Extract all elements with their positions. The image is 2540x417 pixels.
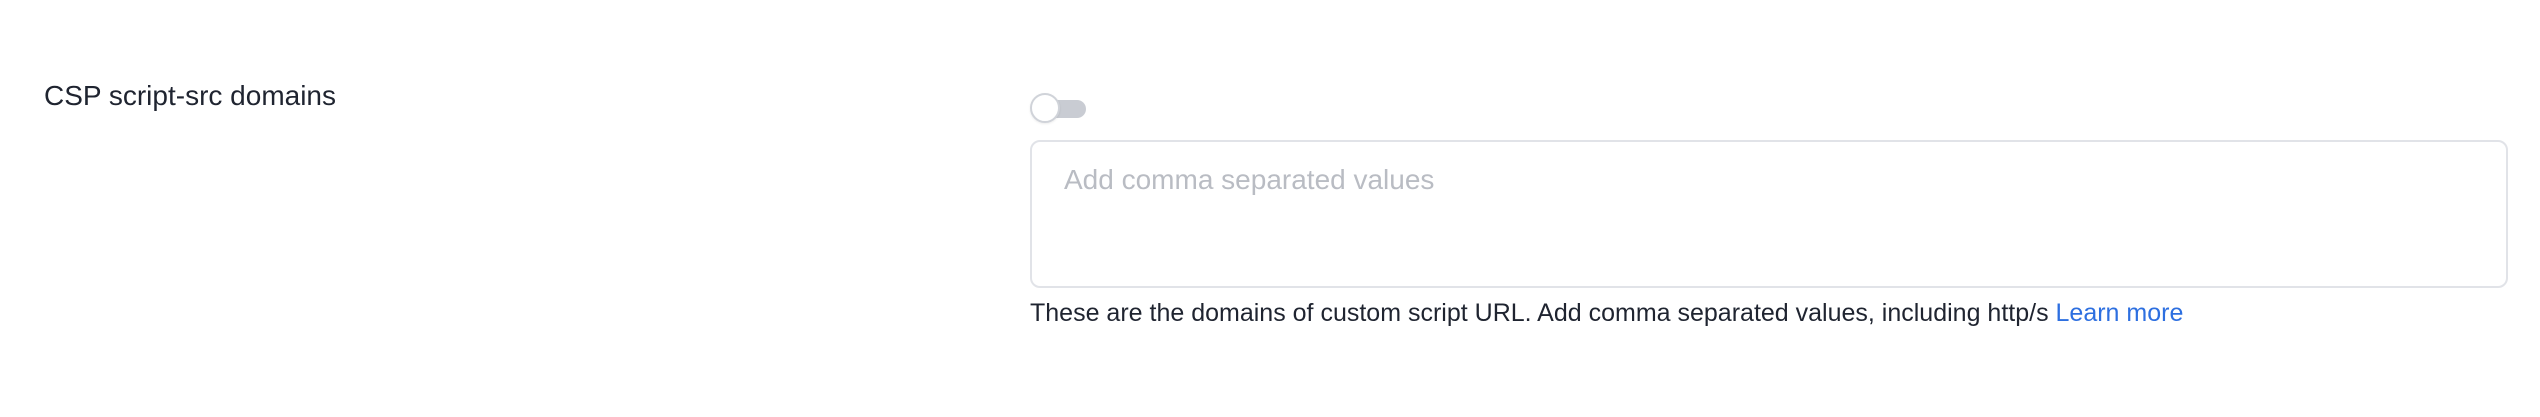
learn-more-link[interactable]: Learn more xyxy=(2056,299,2184,327)
csp-toggle[interactable] xyxy=(1030,90,1088,126)
csp-script-src-setting: CSP script-src domains These are the dom… xyxy=(0,0,2540,417)
toggle-knob xyxy=(1030,93,1060,123)
help-text: These are the domains of custom script U… xyxy=(1030,296,2508,330)
setting-controls: These are the domains of custom script U… xyxy=(1030,90,2508,330)
domains-textarea[interactable] xyxy=(1030,140,2508,288)
help-text-body: These are the domains of custom script U… xyxy=(1030,299,2056,327)
setting-label: CSP script-src domains xyxy=(44,80,337,111)
